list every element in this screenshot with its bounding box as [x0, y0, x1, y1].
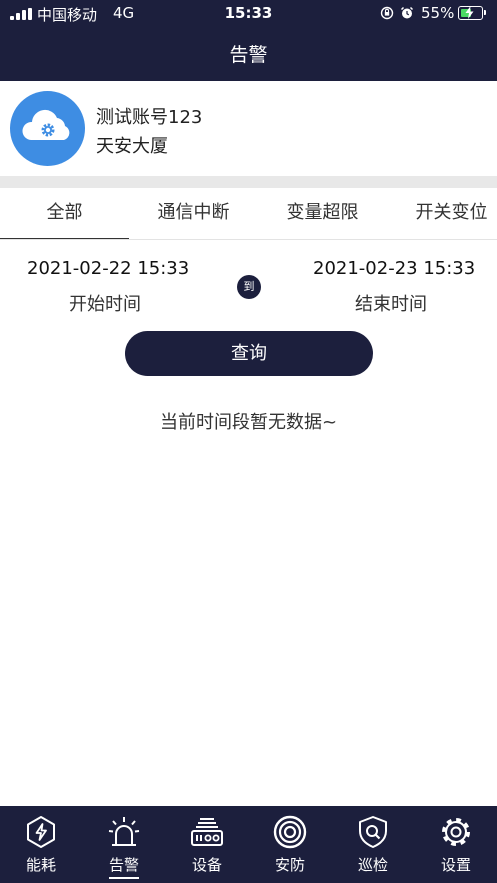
nav-label: 告警 [108, 856, 139, 874]
nav-label: 安防 [274, 856, 305, 874]
nav-security[interactable]: 安防 [249, 806, 331, 883]
section-divider [0, 176, 497, 188]
query-button[interactable]: 查询 [125, 331, 373, 376]
tab-switch-change[interactable]: 开关变位 [387, 188, 497, 239]
header-bar: 中国移动 4G 15:33 55% 告警 [0, 0, 497, 81]
end-time-label: 结束时间 [355, 294, 427, 315]
energy-icon [27, 816, 55, 848]
account-site: 天安大厦 [96, 136, 168, 157]
start-time-label: 开始时间 [69, 294, 141, 315]
nav-alarm[interactable]: 告警 [83, 806, 165, 883]
battery-icon [458, 6, 483, 20]
bottom-nav: 能耗 告警 设备 安防 巡检 设置 [0, 806, 497, 883]
orientation-lock-icon [380, 6, 394, 20]
security-icon [273, 815, 307, 849]
nav-settings[interactable]: 设置 [415, 806, 497, 883]
avatar [10, 91, 85, 166]
nav-label: 能耗 [25, 856, 56, 874]
alarm-filter-tabs: 全部 通信中断 变量超限 开关变位 [0, 188, 497, 240]
status-bar: 中国移动 4G 15:33 55% [0, 0, 497, 28]
account-name: 测试账号123 [96, 107, 203, 128]
to-badge: 到 [237, 275, 261, 299]
page-title: 告警 [229, 44, 268, 66]
nav-label: 设置 [440, 856, 471, 874]
nav-device[interactable]: 设备 [166, 806, 248, 883]
tab-var-limit[interactable]: 变量超限 [258, 188, 387, 239]
nav-patrol[interactable]: 巡检 [332, 806, 414, 883]
patrol-icon [359, 816, 387, 848]
alarm-clock-icon [400, 6, 414, 19]
tab-comm-interrupt[interactable]: 通信中断 [129, 188, 258, 239]
nav-label: 巡检 [357, 856, 388, 874]
nav-label: 设备 [191, 856, 222, 874]
end-datetime[interactable]: 2021-02-23 15:33 [313, 258, 475, 279]
tab-all[interactable]: 全部 [0, 188, 129, 239]
battery-tip [484, 10, 486, 15]
settings-icon [442, 818, 470, 846]
device-icon [191, 818, 223, 846]
active-indicator [109, 877, 139, 879]
account-panel: 测试账号123 天安大厦 [0, 81, 497, 176]
nav-energy[interactable]: 能耗 [0, 806, 82, 883]
empty-message: 当前时间段暂无数据~ [159, 412, 338, 433]
battery-percent: 55% [421, 4, 455, 22]
start-datetime[interactable]: 2021-02-22 15:33 [27, 258, 189, 279]
cloud-gear-icon [22, 109, 70, 140]
alarm-icon [108, 817, 140, 846]
